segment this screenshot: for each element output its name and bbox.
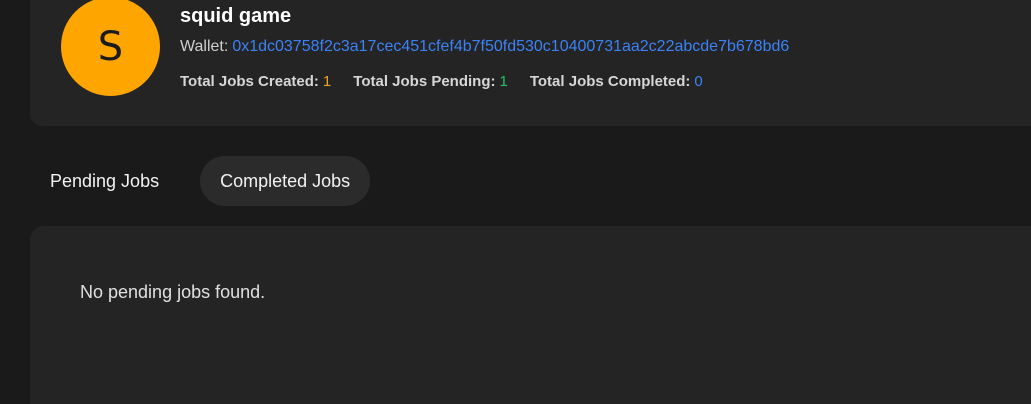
wallet-line: Wallet: 0x1dc03758f2c3a17cec451cfef4b7f50…: [180, 38, 789, 56]
profile-card: S squid game Wallet: 0x1dc03758f2c3a17cec…: [30, 0, 1031, 126]
stat-label: Total Jobs Pending:: [353, 73, 496, 90]
stat-total-jobs-completed: Total Jobs Completed: 0: [530, 73, 703, 90]
job-dashboard-page: S squid game Wallet: 0x1dc03758f2c3a17cec…: [0, 0, 1031, 404]
stat-value: 1: [322, 73, 332, 90]
stat-total-jobs-created: Total Jobs Created: 1: [180, 73, 331, 90]
avatar-initial: S: [97, 23, 124, 70]
stat-total-jobs-pending: Total Jobs Pending: 1: [353, 73, 508, 90]
job-stats: Total Jobs Created: 1 Total Jobs Pending:…: [180, 73, 725, 90]
user-name: squid game: [180, 5, 292, 27]
stat-value: 0: [694, 73, 703, 90]
jobs-content-panel: No pending jobs found.: [30, 226, 1031, 404]
empty-state-message: No pending jobs found.: [80, 282, 266, 302]
tab-pending-jobs[interactable]: Pending Jobs: [30, 156, 179, 206]
tab-completed-jobs[interactable]: Completed Jobs: [200, 156, 371, 206]
stat-label: Total Jobs Created:: [180, 73, 319, 90]
wallet-label: Wallet:: [180, 38, 229, 55]
stat-value: 1: [499, 73, 508, 90]
avatar: S: [61, 0, 160, 96]
job-tabs: Pending Jobs Completed Jobs: [30, 156, 371, 206]
wallet-address-link[interactable]: 0x1dc03758f2c3a17cec451cfef4b7f50fd530c1…: [232, 38, 789, 55]
stat-label: Total Jobs Completed:: [529, 73, 691, 90]
